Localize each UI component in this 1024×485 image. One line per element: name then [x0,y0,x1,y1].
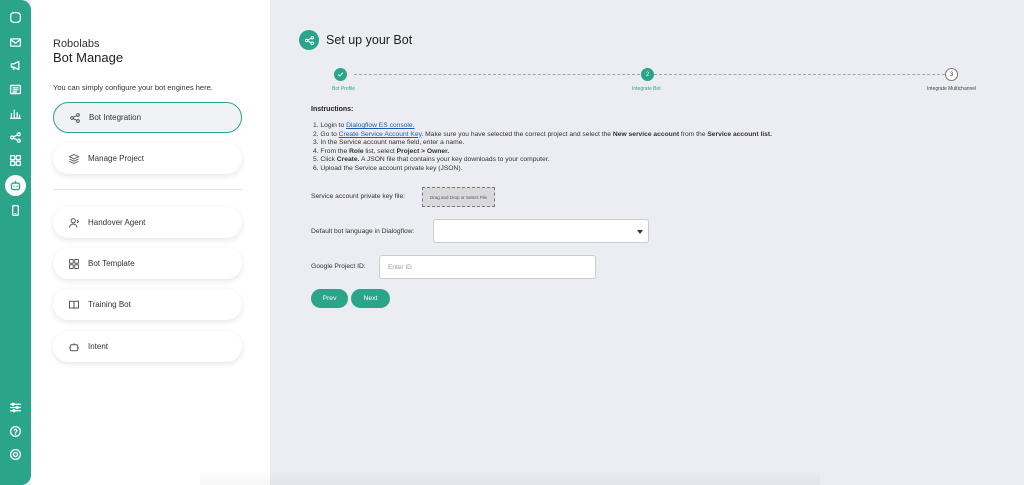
project-id-label: Google Project ID: [311,263,366,270]
settings-icon[interactable] [8,447,23,462]
dialogflow-console-link[interactable]: Dialogflow ES console. [346,122,414,129]
next-button[interactable]: Next [351,289,390,308]
bottom-shadow [200,470,820,485]
step-number: 2 [645,71,650,78]
grid-icon [69,258,79,269]
main-content: Set up your Bot Bot Profile 2 Integrate … [270,0,1024,485]
file-drop-zone[interactable]: Drag and Drop or Select File [422,187,495,207]
instructions-title: Instructions: [311,106,354,113]
panel-title: Bot Manage [53,50,124,65]
panel-subtitle: You can simply configure your bot engine… [53,83,213,92]
menu-item-label: Training Bot [88,300,131,309]
step-integrate-bot[interactable]: 2 [641,68,654,81]
create-service-key-link[interactable]: Create Service Account Key [339,131,422,138]
bot-icon [69,342,79,351]
instruction-line: 2. Go to Create Service Account Key. Mak… [313,130,772,138]
menu-divider [53,189,242,190]
menu-item-label: Manage Project [88,154,145,163]
sliders-icon[interactable] [8,400,23,415]
step-label: Bot Profile [332,86,356,92]
icon-rail [0,0,31,485]
instruction-line: 4. From the Role list, select Project > … [313,147,450,155]
menu-item-label: Bot Template [88,259,135,268]
layers-icon [68,153,80,164]
language-label: Default bot language in Dialogflow: [311,228,415,235]
caret-down-icon [637,230,643,234]
menu-item-label: Intent [88,342,109,351]
instruction-line: 5. Click Create. A JSON file that contai… [313,156,550,164]
megaphone-icon[interactable] [8,58,23,73]
step-number: 3 [949,71,954,78]
instruction-line: 3. In the Service account name field, en… [313,139,465,147]
bar-chart-icon[interactable] [8,106,23,121]
share-icon [70,112,80,123]
instruction-line: 1. Login to Dialogflow ES console. [313,122,415,129]
instructions-list: 1. Login to Dialogflow ES console. 2. Go… [313,122,772,174]
stepper-connector [654,74,945,75]
step-bot-profile[interactable] [334,68,347,81]
project-id-input[interactable] [379,255,596,279]
help-icon[interactable] [8,424,23,439]
check-icon [337,72,344,77]
prev-button[interactable]: Prev [311,289,348,308]
language-select[interactable] [433,219,649,243]
bot-icon[interactable] [5,175,26,196]
menu-item-bot-integration[interactable]: Bot Integration [53,102,242,133]
share-icon [299,30,319,50]
mail-icon[interactable] [8,35,23,50]
menu-item-training-bot[interactable]: Training Bot [53,289,242,320]
step-label: Integrate Multichannel [927,86,977,92]
newspaper-icon[interactable] [8,82,23,97]
chat-icon[interactable] [8,10,23,25]
page-title: Set up your Bot [326,33,413,47]
private-key-label: Service account private key file: [311,193,406,200]
menu-item-handover-agent[interactable]: Handover Agent [53,207,242,238]
book-icon [69,300,79,309]
menu-item-label: Bot Integration [89,113,142,122]
user-icon [69,217,80,228]
stepper-connector [354,74,640,75]
instruction-line: 6. Upload the Service account private ke… [313,164,463,172]
mobile-icon[interactable] [8,203,23,218]
step-label: Integrate Bot [632,86,661,92]
brand-name: Robolabs [53,38,100,50]
menu-item-intent[interactable]: Intent [53,331,242,362]
step-integrate-multichannel[interactable]: 3 [945,68,958,81]
bot-manage-panel: Robolabs Bot Manage You can simply confi… [31,0,270,485]
menu-item-label: Handover Agent [88,218,146,227]
menu-item-manage-project[interactable]: Manage Project [53,143,242,174]
share-icon[interactable] [8,130,23,145]
grid-icon[interactable] [8,153,23,168]
menu-item-bot-template[interactable]: Bot Template [53,248,242,279]
